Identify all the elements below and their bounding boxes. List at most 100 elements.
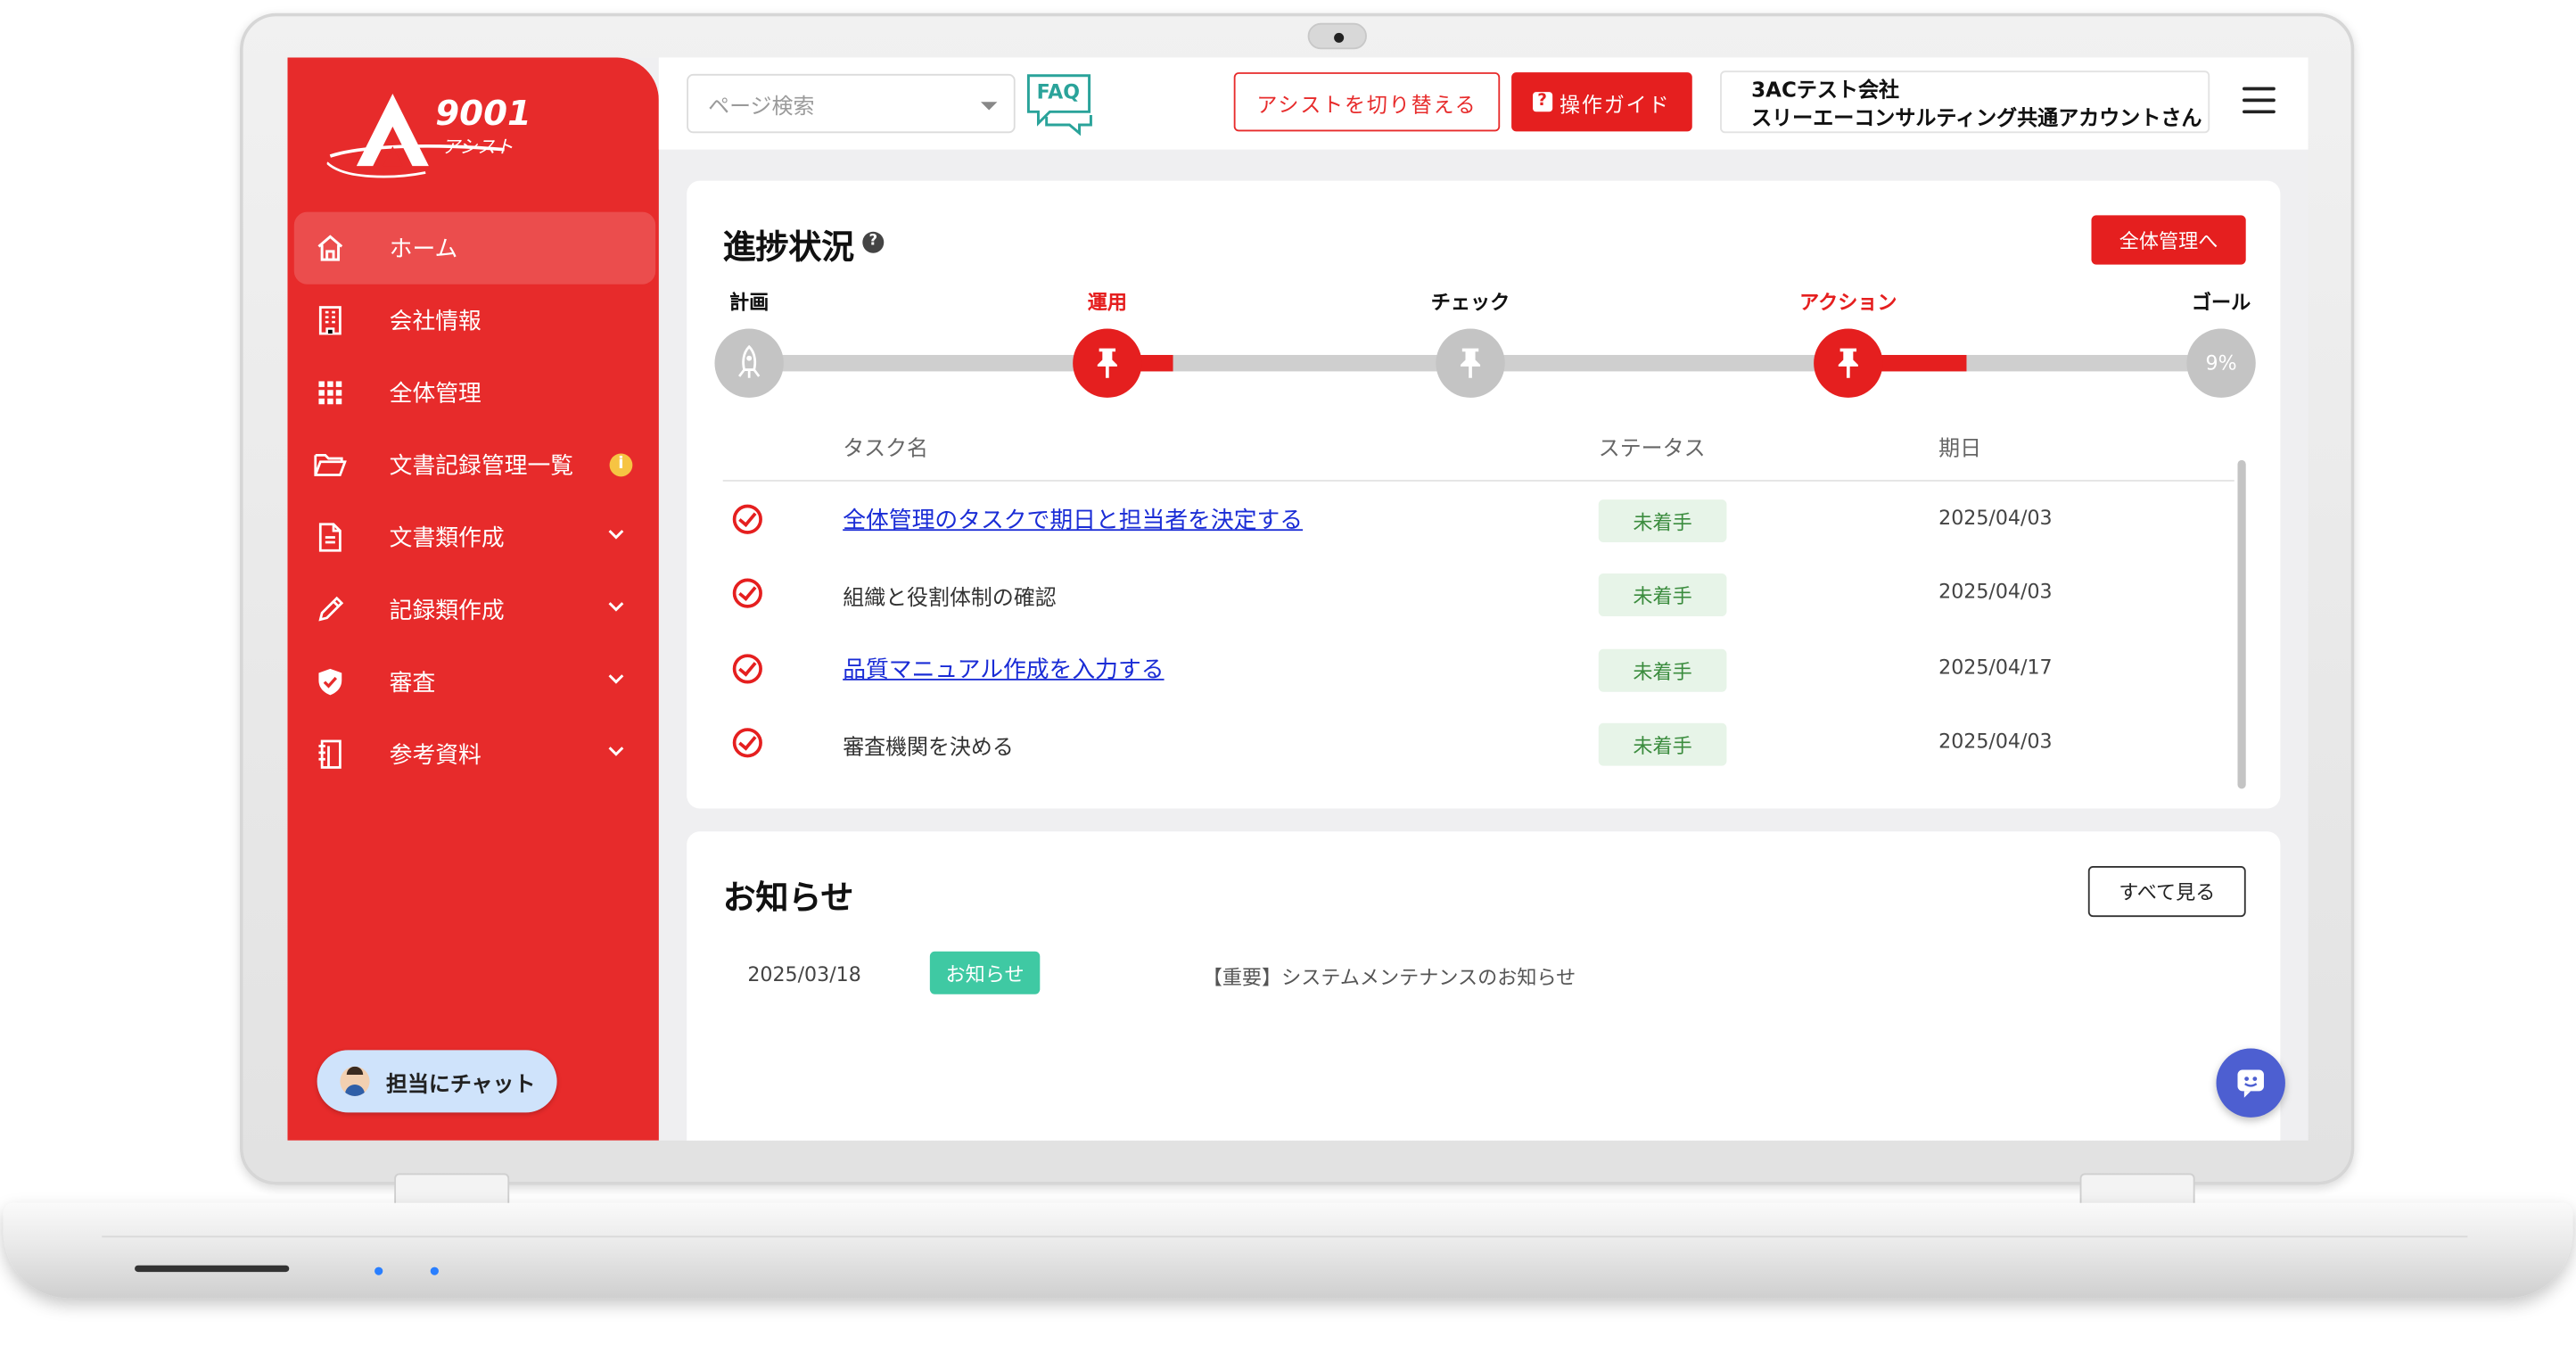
pin-icon bbox=[1838, 348, 1858, 378]
sidebar-item-create-records[interactable]: 記録類作成 bbox=[294, 573, 655, 646]
app-screen: 9001 アシスト ホーム 会社情報 全体管理 文書記録管理一覧 i 文書類作成… bbox=[287, 57, 2309, 1141]
stage-label-goal: ゴール bbox=[2191, 291, 2251, 314]
task-link[interactable]: 全体管理のタスクで期日と担当者を決定する bbox=[843, 503, 1303, 536]
stage-node-goal: 9% bbox=[2186, 328, 2256, 398]
card-slot bbox=[135, 1265, 290, 1273]
stage-node-plan bbox=[714, 328, 784, 398]
chevron-down-icon bbox=[608, 530, 624, 540]
grid-icon bbox=[314, 376, 347, 409]
staff-avatar-icon bbox=[340, 1066, 370, 1096]
account-user: スリーエーコンサルティング共通アカウントさん bbox=[1751, 104, 2202, 130]
sidebar-nav: ホーム 会社情報 全体管理 文書記録管理一覧 i 文書類作成 記録類作成 審査 … bbox=[293, 211, 656, 791]
switch-assist-button[interactable]: アシストを切り替える bbox=[1233, 72, 1501, 132]
news-date: 2025/03/18 bbox=[747, 962, 861, 986]
sidebar-item-label: 記録類作成 bbox=[389, 598, 505, 625]
status-led bbox=[430, 1266, 439, 1275]
chevron-down-icon bbox=[608, 674, 624, 684]
help-icon[interactable]: ? bbox=[862, 231, 885, 253]
chat-widget-button[interactable] bbox=[2216, 1048, 2285, 1118]
sidebar-item-document-records[interactable]: 文書記録管理一覧 i bbox=[294, 429, 655, 501]
document-icon bbox=[314, 521, 347, 554]
app-logo[interactable]: 9001 アシスト bbox=[325, 87, 541, 186]
news-item-link[interactable]: 【重要】システムメンテナンスのお知らせ bbox=[1203, 963, 1576, 991]
table-row: 全体管理のタスクで期日と担当者を決定する 未着手 2025/04/03 bbox=[723, 483, 2234, 557]
status-badge: 未着手 bbox=[1598, 573, 1727, 616]
stage-node-operation bbox=[1073, 328, 1142, 398]
go-overall-management-button[interactable]: 全体管理へ bbox=[2091, 215, 2246, 265]
sidebar-item-home[interactable]: ホーム bbox=[293, 211, 656, 285]
table-row: 品質マニュアル作成を入力する 未着手 2025/04/17 bbox=[723, 632, 2234, 706]
page-search-select[interactable]: ページ検索 bbox=[687, 73, 1016, 134]
question-icon: ? bbox=[1533, 92, 1553, 112]
pencil-icon bbox=[314, 593, 347, 626]
check-circle-icon[interactable] bbox=[732, 728, 762, 758]
news-title: お知らせ bbox=[722, 877, 854, 918]
check-circle-icon[interactable] bbox=[732, 654, 762, 684]
notebook-icon bbox=[314, 738, 347, 771]
sidebar-item-label: ホーム bbox=[389, 236, 458, 263]
sidebar-item-label: 文書記録管理一覧 bbox=[389, 453, 574, 481]
check-circle-icon[interactable] bbox=[732, 578, 762, 608]
due-date: 2025/04/17 bbox=[1938, 656, 2053, 679]
news-card: お知らせ すべて見る 2025/03/18 お知らせ 【重要】システムメンテナン… bbox=[687, 831, 2281, 1141]
task-name: 組織と役割体制の確認 bbox=[843, 586, 1057, 612]
stage-label-check: チェック bbox=[1430, 291, 1510, 314]
laptop-base bbox=[3, 1202, 2573, 1299]
see-all-button[interactable]: すべて見る bbox=[2087, 865, 2246, 918]
sidebar-item-company-info[interactable]: 会社情報 bbox=[294, 285, 655, 357]
faq-button[interactable]: FAQ bbox=[1024, 70, 1096, 136]
faq-label: FAQ bbox=[1036, 80, 1081, 104]
sidebar: 9001 アシスト ホーム 会社情報 全体管理 文書記録管理一覧 i 文書類作成… bbox=[287, 57, 659, 1141]
info-badge-icon: i bbox=[609, 453, 633, 477]
task-list-scrollbar[interactable] bbox=[2237, 459, 2246, 789]
logo-subtitle: アシスト bbox=[441, 136, 514, 158]
sidebar-item-audit[interactable]: 審査 bbox=[294, 646, 655, 718]
account-box[interactable]: 3ACテスト会社 スリーエーコンサルティング共通アカウントさん bbox=[1720, 70, 2210, 134]
home-icon bbox=[314, 232, 347, 265]
column-header-due: 期日 bbox=[1938, 437, 1982, 462]
guide-button-label: 操作ガイド bbox=[1559, 91, 1671, 116]
task-link[interactable]: 品質マニュアル作成を入力する bbox=[843, 652, 1164, 685]
chevron-down-icon bbox=[608, 602, 624, 612]
chat-with-staff-button[interactable]: 担当にチャット bbox=[317, 1050, 557, 1113]
account-company: 3ACテスト会社 bbox=[1751, 77, 1900, 103]
pin-icon bbox=[1460, 348, 1481, 378]
sidebar-item-overall-management[interactable]: 全体管理 bbox=[294, 357, 655, 429]
sidebar-item-label: 全体管理 bbox=[389, 381, 481, 408]
sidebar-item-label: 参考資料 bbox=[389, 742, 481, 770]
status-badge: 未着手 bbox=[1598, 722, 1727, 766]
check-circle-icon[interactable] bbox=[732, 504, 762, 534]
sidebar-item-create-documents[interactable]: 文書類作成 bbox=[294, 501, 655, 573]
due-date: 2025/04/03 bbox=[1938, 730, 2053, 753]
shield-check-icon bbox=[314, 665, 347, 698]
task-name: 審査機関を決める bbox=[843, 736, 1014, 762]
news-category-badge: お知らせ bbox=[929, 951, 1041, 994]
chat-button-label: 担当にチャット bbox=[385, 1072, 536, 1097]
status-badge: 未着手 bbox=[1598, 499, 1727, 543]
stage-label-action: アクション bbox=[1799, 291, 1897, 314]
stage-label-operation: 運用 bbox=[1087, 291, 1127, 314]
column-header-task: タスク名 bbox=[843, 437, 929, 462]
due-date: 2025/04/03 bbox=[1938, 506, 2053, 530]
table-divider bbox=[722, 480, 2234, 482]
table-row: 組織と役割体制の確認 未着手 2025/04/03 bbox=[723, 557, 2234, 631]
column-header-status: ステータス bbox=[1598, 437, 1706, 462]
sidebar-item-label: 審査 bbox=[389, 670, 436, 697]
chevron-down-icon bbox=[608, 747, 624, 756]
stage-node-action bbox=[1814, 328, 1883, 398]
building-icon bbox=[314, 304, 347, 337]
table-row: 審査機関を決める 未着手 2025/04/03 bbox=[723, 706, 2234, 780]
due-date: 2025/04/03 bbox=[1938, 580, 2053, 604]
status-led bbox=[374, 1266, 383, 1275]
sidebar-item-label: 文書類作成 bbox=[389, 525, 505, 553]
operation-guide-button[interactable]: ? 操作ガイド bbox=[1511, 72, 1692, 132]
webcam bbox=[1307, 22, 1367, 50]
sidebar-item-reference-materials[interactable]: 参考資料 bbox=[294, 718, 655, 790]
chat-bot-icon bbox=[2237, 1069, 2264, 1098]
caret-down-icon bbox=[980, 102, 998, 111]
top-header: ページ検索 FAQ アシストを切り替える ? 操作ガイド 3ACテスト会社 スリ… bbox=[658, 57, 2309, 150]
hamburger-menu-icon[interactable] bbox=[2243, 87, 2276, 117]
progress-title: 進捗状況 bbox=[722, 227, 855, 267]
progress-card: 進捗状況 ? 全体管理へ 計画 運用 チェック アクション ゴール 9% タスク… bbox=[687, 180, 2281, 809]
rocket-icon bbox=[738, 344, 761, 378]
